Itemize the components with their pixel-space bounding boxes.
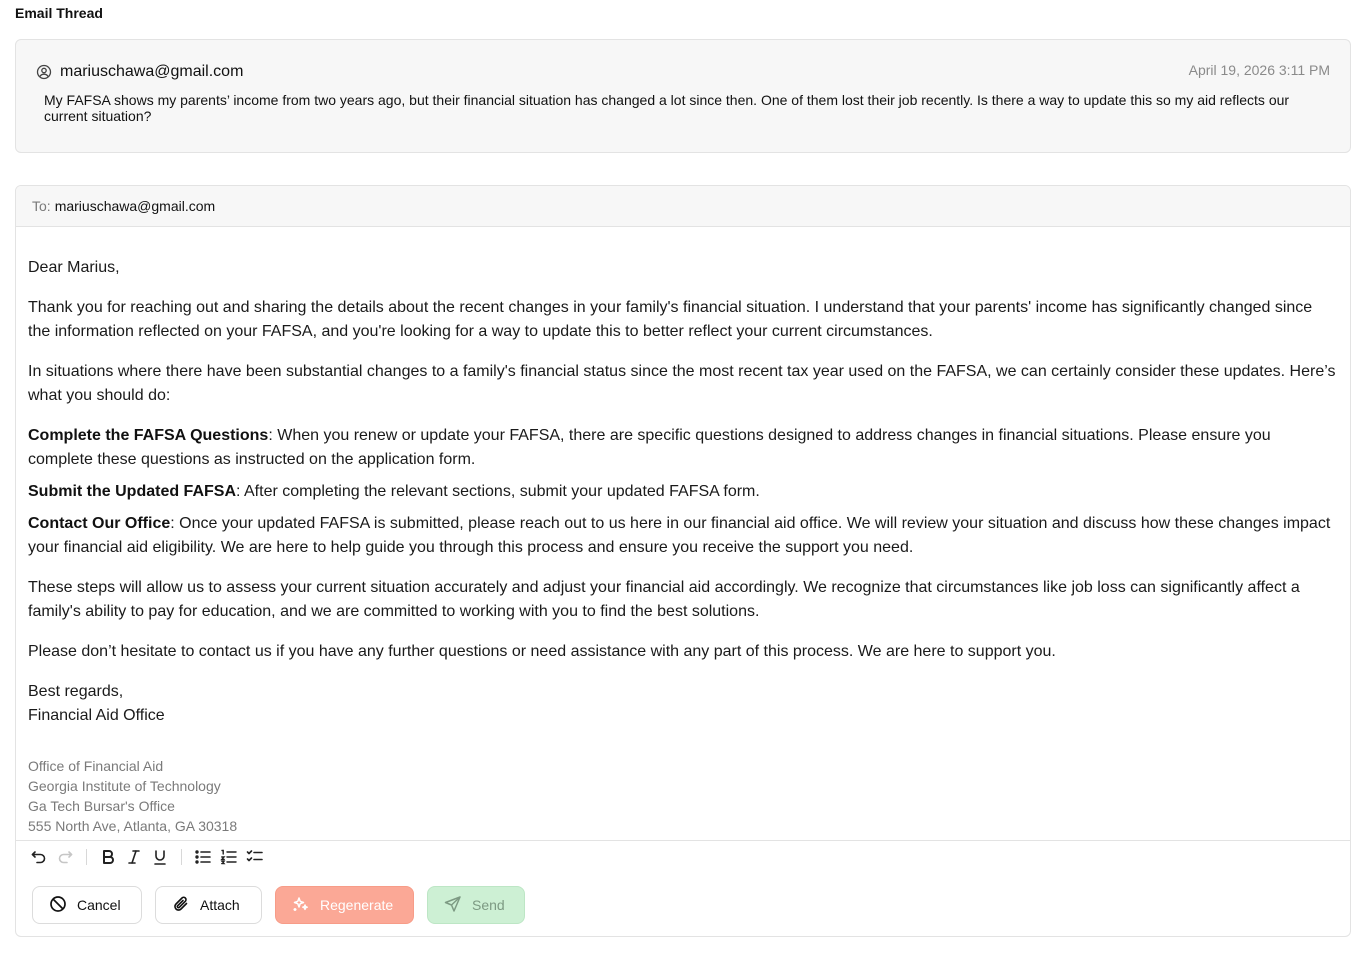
closing-name: Financial Aid Office — [28, 707, 165, 724]
sender-email: mariuschawa@gmail.com — [60, 63, 244, 80]
bold-icon[interactable] — [95, 844, 121, 870]
step-1-title: Complete the FAFSA Questions — [28, 427, 269, 444]
checklist-icon[interactable] — [242, 844, 268, 870]
cancel-label: Cancel — [77, 897, 121, 913]
signature-line: 555 North Ave, Atlanta, GA 30318 — [28, 818, 238, 834]
closing: Best regards, — [28, 683, 124, 700]
step-2-text: : After completing the relevant sections… — [236, 483, 760, 500]
compose-panel: To: mariuschawa@gmail.com Dear Marius, T… — [15, 185, 1351, 937]
step-2: Submit the Updated FAFSA: After completi… — [28, 480, 1338, 504]
message-date: April 19, 2026 3:11 PM — [1188, 62, 1330, 78]
sparkles-icon — [292, 895, 310, 916]
section-title: Email Thread — [15, 5, 103, 21]
body-paragraph-2: In situations where there have been subs… — [28, 363, 1336, 404]
signature-line: Office of Financial Aid — [28, 758, 164, 774]
body-paragraph-1: Thank you for reaching out and sharing t… — [28, 299, 1313, 340]
paperclip-icon — [172, 895, 190, 916]
undo-icon[interactable] — [26, 844, 52, 870]
numbered-list-icon[interactable] — [216, 844, 242, 870]
signature-line: Ga Tech Bursar's Office — [28, 798, 175, 814]
action-buttons: Cancel Attach Regenerate Send — [32, 886, 525, 924]
regenerate-label: Regenerate — [320, 897, 394, 913]
attach-button[interactable]: Attach — [155, 886, 262, 924]
body-paragraph-3: These steps will allow us to assess your… — [28, 579, 1300, 620]
step-2-title: Submit the Updated FAFSA — [28, 483, 236, 500]
bullet-list-icon[interactable] — [190, 844, 216, 870]
signature-block: Office of Financial Aid Georgia Institut… — [28, 756, 237, 836]
to-field: To: mariuschawa@gmail.com — [16, 186, 1350, 227]
send-label: Send — [472, 897, 505, 913]
send-button[interactable]: Send — [427, 886, 525, 924]
redo-icon[interactable] — [52, 844, 78, 870]
cancel-button[interactable]: Cancel — [32, 886, 142, 924]
body-paragraph-4: Please don’t hesitate to contact us if y… — [28, 643, 1056, 660]
italic-icon[interactable] — [121, 844, 147, 870]
to-recipient[interactable]: mariuschawa@gmail.com — [55, 198, 215, 214]
message-body: My FAFSA shows my parents’ income from t… — [44, 92, 1290, 124]
toolbar-divider — [181, 848, 182, 865]
step-3: Contact Our Office: Once your updated FA… — [28, 512, 1338, 560]
formatting-toolbar — [16, 840, 1350, 872]
regenerate-button[interactable]: Regenerate — [275, 886, 414, 924]
attach-label: Attach — [200, 897, 240, 913]
underline-icon[interactable] — [147, 844, 173, 870]
step-3-text: : Once your updated FAFSA is submitted, … — [28, 515, 1331, 556]
to-label: To: — [32, 198, 51, 214]
incoming-message-card: mariuschawa@gmail.com April 19, 2026 3:1… — [15, 39, 1351, 153]
user-circle-icon — [36, 64, 52, 80]
reply-body-editor[interactable]: Dear Marius, Thank you for reaching out … — [28, 256, 1338, 728]
send-icon — [444, 895, 462, 916]
cancel-icon — [49, 895, 67, 916]
message-sender: mariuschawa@gmail.com — [36, 63, 243, 81]
step-3-title: Contact Our Office — [28, 515, 171, 532]
greeting: Dear Marius, — [28, 259, 120, 276]
toolbar-divider — [86, 848, 87, 865]
signature-line: Georgia Institute of Technology — [28, 778, 221, 794]
step-1: Complete the FAFSA Questions: When you r… — [28, 424, 1338, 472]
